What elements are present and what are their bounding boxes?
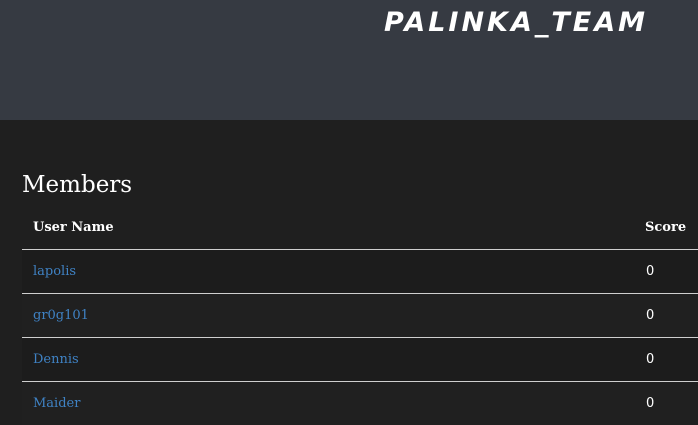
team-header-banner: PALINKA_TEAM: [0, 0, 698, 120]
member-link-lapolis[interactable]: lapolis: [33, 264, 76, 279]
member-link-gr0g101[interactable]: gr0g101: [33, 308, 89, 323]
member-link-dennis[interactable]: Dennis: [33, 352, 79, 367]
table-row: Dennis 0: [22, 337, 698, 381]
member-link-maider[interactable]: Maider: [33, 396, 80, 411]
column-header-score: Score: [645, 220, 687, 235]
member-score: 0: [646, 308, 655, 323]
team-name-title: PALINKA_TEAM: [384, 7, 648, 38]
column-header-user-name: User Name: [33, 220, 114, 235]
table-row: lapolis 0: [22, 249, 698, 293]
members-table-header: User Name Score: [22, 206, 698, 249]
member-score: 0: [646, 352, 655, 367]
table-row: Maider 0: [22, 381, 698, 425]
member-score: 0: [646, 396, 655, 411]
members-heading: Members: [22, 172, 133, 198]
team-page: PALINKA_TEAM Members User Name Score lap…: [0, 0, 698, 425]
member-score: 0: [646, 264, 655, 279]
table-row: gr0g101 0: [22, 293, 698, 337]
members-table: User Name Score lapolis 0 gr0g101 0 Denn…: [22, 206, 698, 425]
